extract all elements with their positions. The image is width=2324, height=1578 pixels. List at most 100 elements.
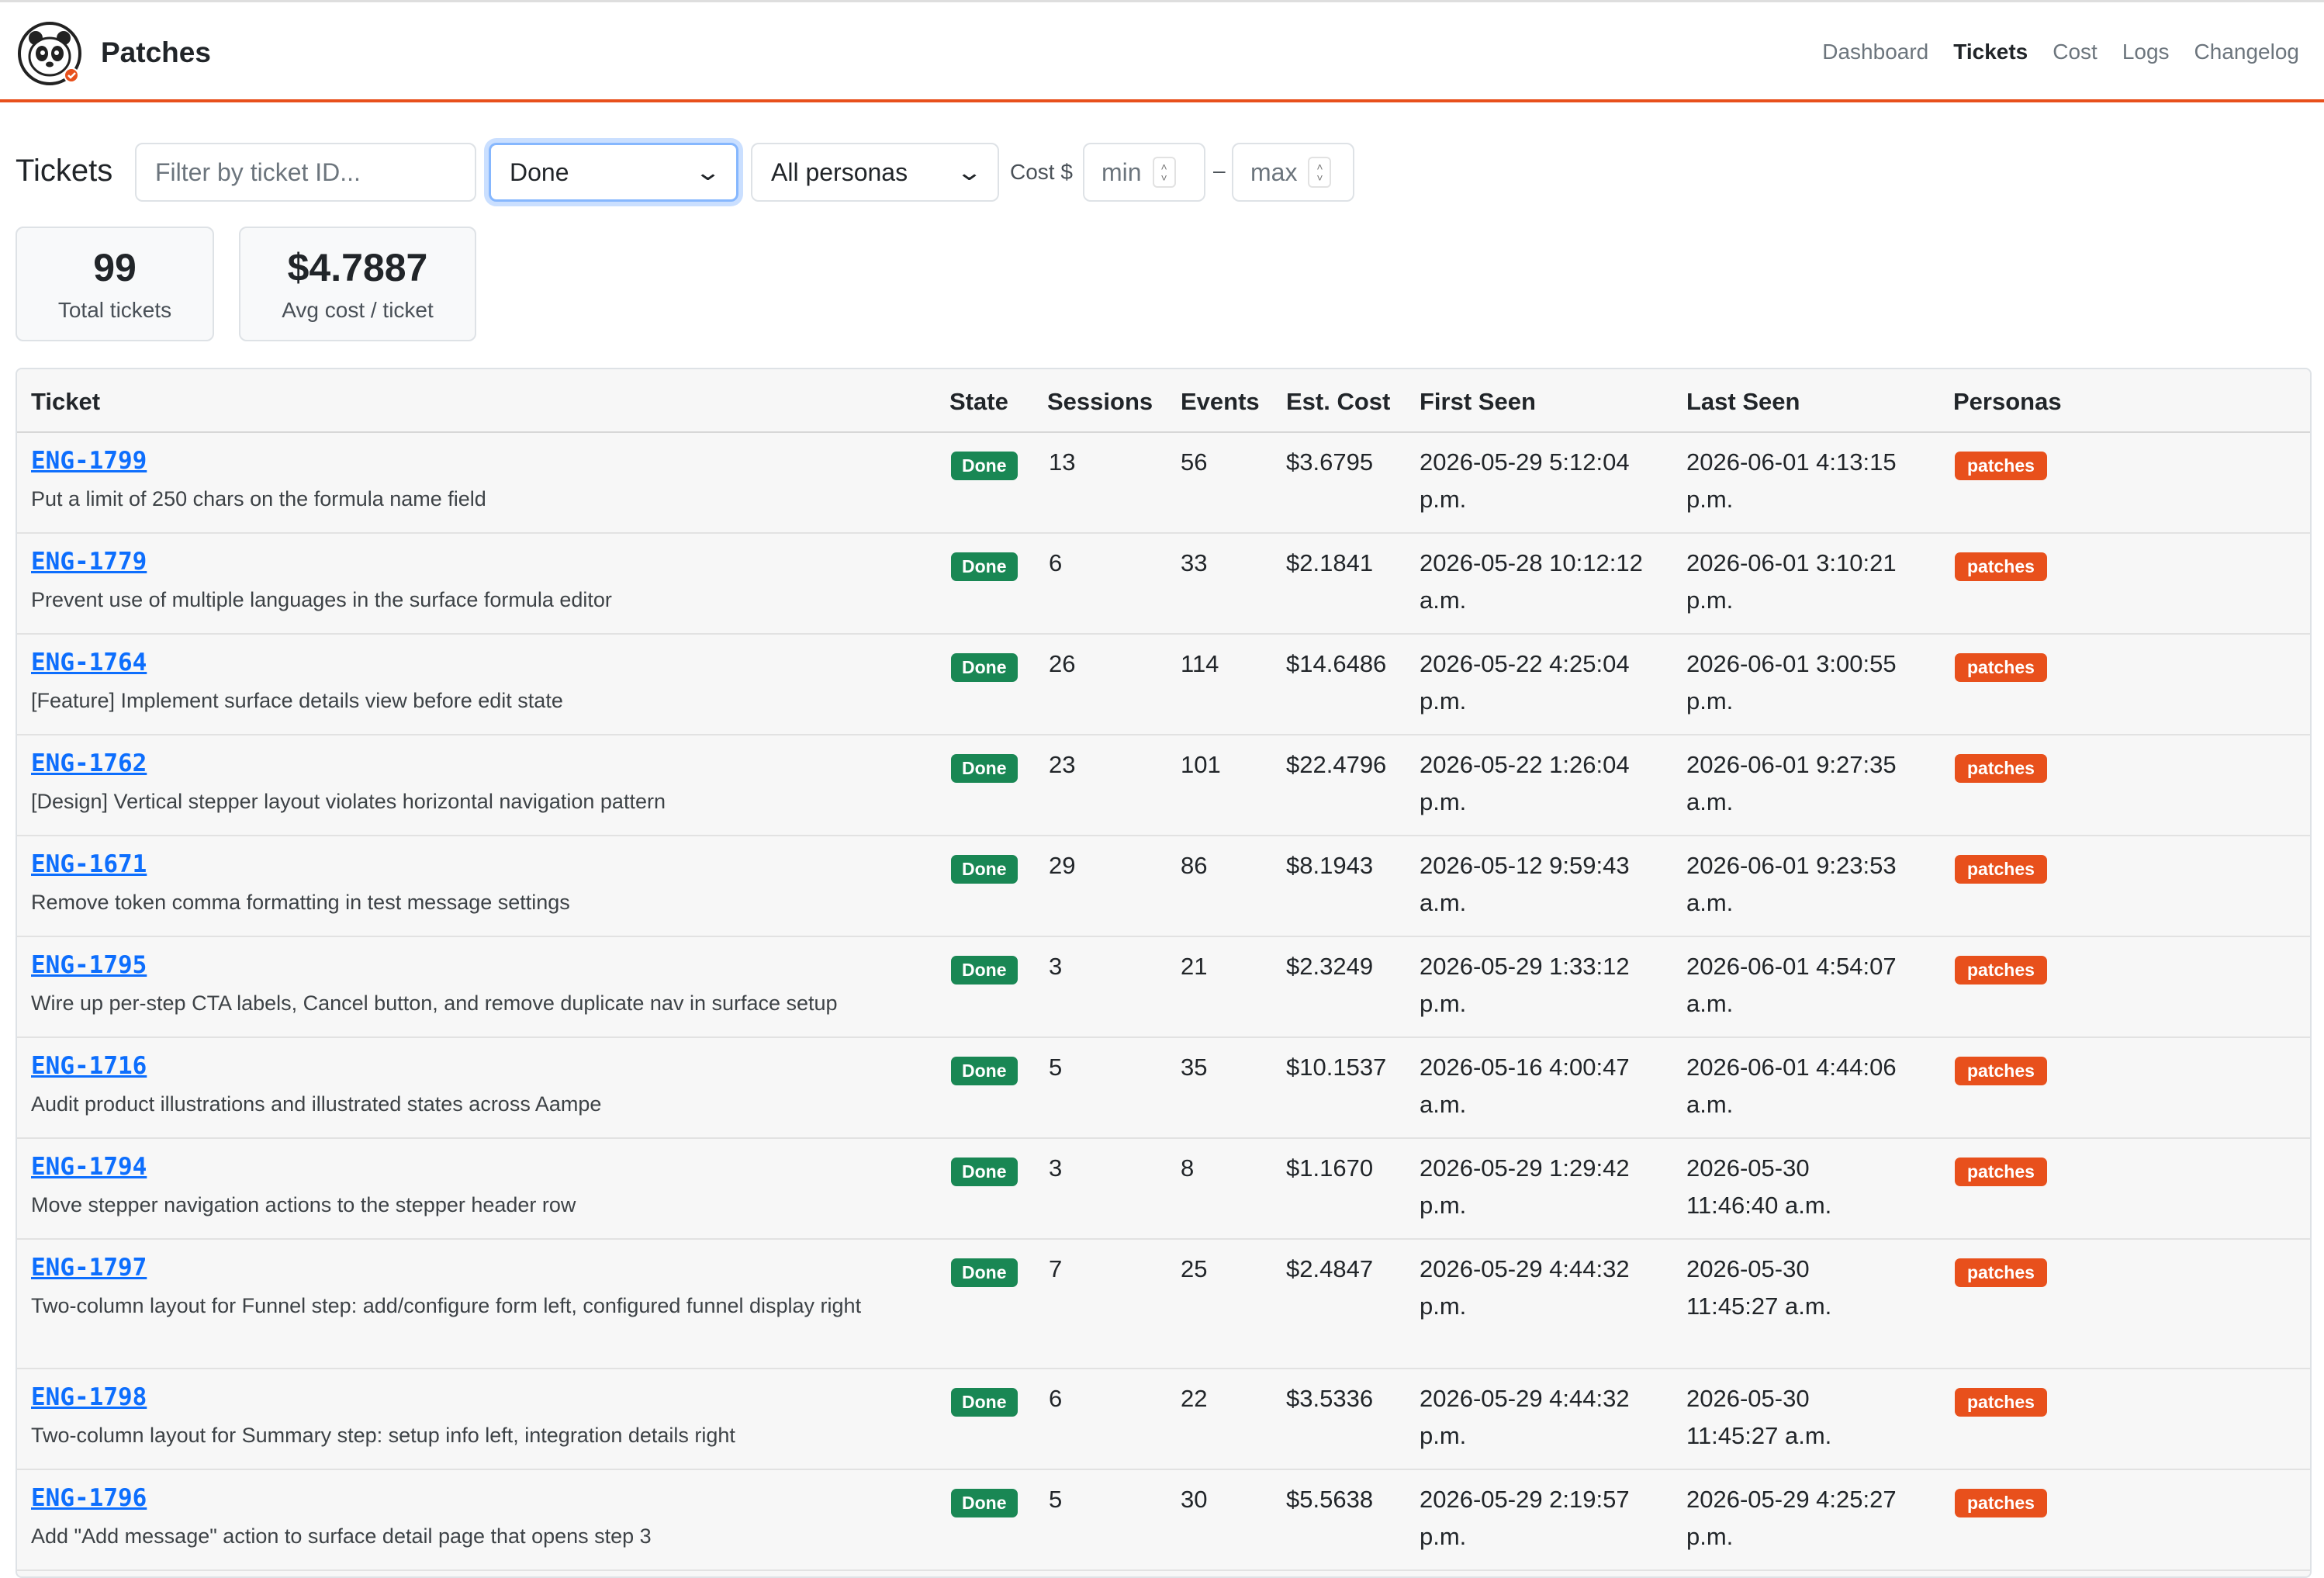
est-cost-cell: $2.4847 xyxy=(1286,1255,1374,1282)
persona-badge: patches xyxy=(1955,653,2047,682)
last-seen-date: 2026-05-29 4:25:27 xyxy=(1686,1486,1897,1513)
table-row[interactable]: ENG-1762 [Design] Vertical stepper layout… xyxy=(17,735,2310,836)
ticket-id-link[interactable]: ENG-1797 xyxy=(31,1254,147,1282)
sessions-cell: 7 xyxy=(1049,1255,1063,1282)
cost-max-input[interactable]: max ˄ ˅ xyxy=(1232,143,1354,202)
first-seen-period: p.m. xyxy=(1420,788,1467,815)
table-row[interactable]: ENG-1671 Remove token comma formatting in… xyxy=(17,836,2310,937)
table-row[interactable]: ENG-1764 [Feature] Implement surface deta… xyxy=(17,635,2310,735)
col-est-cost[interactable]: Est. Cost xyxy=(1286,388,1390,416)
top-navbar: Patches Dashboard Tickets Cost Logs Chan… xyxy=(0,0,2324,102)
ticket-description: Wire up per-step CTA labels, Cancel butt… xyxy=(31,991,838,1015)
col-sessions[interactable]: Sessions xyxy=(1047,388,1153,416)
app-title[interactable]: Patches xyxy=(101,36,211,69)
col-events[interactable]: Events xyxy=(1181,388,1260,416)
last-seen-cell: 2026-05-30 11:45:27 a.m. xyxy=(1686,1251,1831,1325)
last-seen-date: 2026-06-01 3:00:55 xyxy=(1686,650,1897,677)
last-seen-date: 2026-05-30 xyxy=(1686,1154,1810,1182)
first-seen-period: p.m. xyxy=(1420,1192,1467,1219)
last-seen-cell: 2026-06-01 3:10:21 p.m. xyxy=(1686,545,1897,619)
stat-avg-label: Avg cost / ticket xyxy=(282,298,434,322)
ticket-id-link[interactable]: ENG-1795 xyxy=(31,951,147,979)
first-seen-date: 2026-05-29 1:29:42 xyxy=(1420,1154,1630,1182)
ticket-description: Prevent use of multiple languages in the… xyxy=(31,588,612,611)
table-row[interactable]: ENG-1799 Put a limit of 250 chars on the … xyxy=(17,433,2310,534)
persona-select[interactable]: All personas ⌄ xyxy=(751,143,999,202)
ticket-id-link[interactable]: ENG-1671 xyxy=(31,850,147,878)
ticket-id-link[interactable]: ENG-1796 xyxy=(31,1484,147,1512)
table-row[interactable]: ENG-1779 Prevent use of multiple language… xyxy=(17,534,2310,635)
table-row[interactable]: ENG-1795 Wire up per-step CTA labels, Can… xyxy=(17,937,2310,1038)
cost-max-placeholder: max xyxy=(1250,157,1298,186)
est-cost-cell: $10.1537 xyxy=(1286,1054,1387,1081)
est-cost-cell: $1.1670 xyxy=(1286,1154,1374,1182)
first-seen-cell: 2026-05-29 1:29:42 p.m. xyxy=(1420,1150,1630,1224)
state-badge: Done xyxy=(951,956,1018,985)
ticket-id-filter-input[interactable]: Filter by ticket ID... xyxy=(135,143,476,202)
last-seen-period: 11:45:27 a.m. xyxy=(1686,1293,1832,1320)
first-seen-date: 2026-05-12 9:59:43 xyxy=(1420,852,1630,879)
col-personas[interactable]: Personas xyxy=(1953,388,2062,416)
last-seen-cell: 2026-06-01 9:23:53 a.m. xyxy=(1686,847,1897,922)
last-seen-period: p.m. xyxy=(1686,486,1734,513)
stepper-icon[interactable]: ˄ ˅ xyxy=(1308,157,1332,188)
ticket-id-link[interactable]: ENG-1794 xyxy=(31,1153,147,1181)
last-seen-date: 2026-06-01 9:27:35 xyxy=(1686,751,1897,778)
ticket-description: Put a limit of 250 chars on the formula … xyxy=(31,487,486,510)
last-seen-period: 11:46:40 a.m. xyxy=(1686,1192,1832,1219)
events-cell: 21 xyxy=(1181,953,1208,980)
events-cell: 114 xyxy=(1181,650,1219,677)
table-row[interactable]: ENG-1798 Two-column layout for Summary st… xyxy=(17,1369,2310,1470)
events-cell: 33 xyxy=(1181,549,1208,576)
ticket-id-link[interactable]: ENG-1779 xyxy=(31,548,147,576)
range-separator: – xyxy=(1213,158,1226,182)
ticket-id-link[interactable]: ENG-1798 xyxy=(31,1383,147,1411)
state-badge: Done xyxy=(951,1158,1018,1186)
last-seen-date: 2026-05-30 xyxy=(1686,1255,1810,1282)
first-seen-cell: 2026-05-29 1:33:12 p.m. xyxy=(1420,948,1630,1023)
panda-logo-icon[interactable] xyxy=(17,21,82,86)
last-seen-period: p.m. xyxy=(1686,587,1734,614)
col-last-seen[interactable]: Last Seen xyxy=(1686,388,1800,416)
nav-cost[interactable]: Cost xyxy=(2053,40,2097,64)
first-seen-date: 2026-05-22 4:25:04 xyxy=(1420,650,1630,677)
ticket-description: [Feature] Implement surface details view… xyxy=(31,689,563,712)
last-seen-date: 2026-05-30 xyxy=(1686,1385,1810,1412)
ticket-id-link[interactable]: ENG-1799 xyxy=(31,447,147,475)
table-row[interactable]: ENG-1716 Audit product illustrations and … xyxy=(17,1038,2310,1139)
nav-tickets[interactable]: Tickets xyxy=(1953,40,2028,64)
cost-min-input[interactable]: min ˄ ˅ xyxy=(1083,143,1205,202)
persona-badge: patches xyxy=(1955,1057,2047,1085)
sessions-cell: 23 xyxy=(1049,751,1076,778)
last-seen-period: a.m. xyxy=(1686,990,1734,1017)
state-badge: Done xyxy=(951,1388,1018,1417)
table-row[interactable]: ENG-1794 Move stepper navigation actions … xyxy=(17,1139,2310,1240)
col-first-seen[interactable]: First Seen xyxy=(1420,388,1536,416)
est-cost-cell: $3.6795 xyxy=(1286,448,1374,476)
sessions-cell: 3 xyxy=(1049,1154,1063,1182)
last-seen-cell: 2026-06-01 4:54:07 a.m. xyxy=(1686,948,1897,1023)
persona-badge: patches xyxy=(1955,1258,2047,1287)
table-row[interactable]: ENG-1796 Add "Add message" action to surf… xyxy=(17,1470,2310,1571)
nav-logs[interactable]: Logs xyxy=(2122,40,2170,64)
last-seen-date: 2026-06-01 4:44:06 xyxy=(1686,1054,1897,1081)
ticket-description: Move stepper navigation actions to the s… xyxy=(31,1193,576,1216)
events-cell: 30 xyxy=(1181,1486,1208,1513)
stat-total-value: 99 xyxy=(93,246,137,289)
table-row[interactable]: ENG-1797 Two-column layout for Funnel ste… xyxy=(17,1240,2310,1369)
last-seen-period: p.m. xyxy=(1686,1523,1734,1550)
state-badge: Done xyxy=(951,552,1018,581)
first-seen-cell: 2026-05-22 4:25:04 p.m. xyxy=(1420,645,1630,720)
ticket-id-link[interactable]: ENG-1764 xyxy=(31,649,147,677)
ticket-id-link[interactable]: ENG-1762 xyxy=(31,749,147,777)
first-seen-cell: 2026-05-29 2:19:57 p.m. xyxy=(1420,1481,1630,1556)
nav-dashboard[interactable]: Dashboard xyxy=(1822,40,1928,64)
stepper-icon[interactable]: ˄ ˅ xyxy=(1152,157,1176,188)
nav-changelog[interactable]: Changelog xyxy=(2194,40,2299,64)
last-seen-cell: 2026-06-01 9:27:35 a.m. xyxy=(1686,746,1897,821)
col-ticket[interactable]: Ticket xyxy=(31,388,100,416)
ticket-id-filter-placeholder: Filter by ticket ID... xyxy=(155,157,361,186)
col-state[interactable]: State xyxy=(949,388,1008,416)
state-select[interactable]: Done ⌄ xyxy=(489,143,738,202)
ticket-id-link[interactable]: ENG-1716 xyxy=(31,1052,147,1080)
